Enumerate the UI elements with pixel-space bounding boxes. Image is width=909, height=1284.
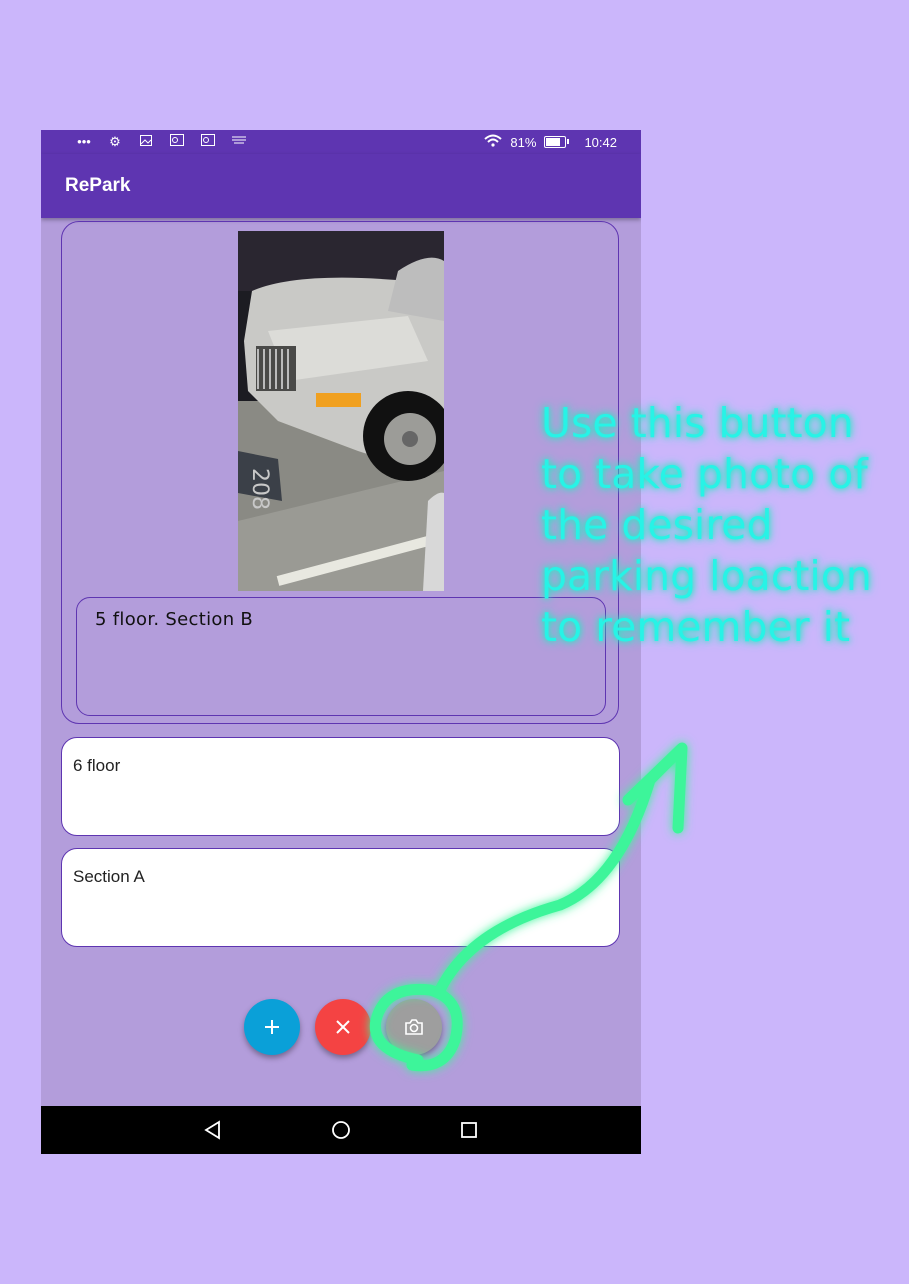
battery-icon xyxy=(544,136,570,148)
notification-icons: ••• ⚙ xyxy=(75,134,248,150)
section-value: Section A xyxy=(73,867,145,886)
system-status: 81% 10:42 xyxy=(484,134,617,150)
close-icon xyxy=(336,1020,350,1034)
app-title: RePark xyxy=(65,175,131,196)
clock: 10:42 xyxy=(584,134,617,150)
parked-car-photo[interactable]: 208 xyxy=(238,231,444,591)
wifi-icon xyxy=(484,134,503,150)
home-icon[interactable] xyxy=(331,1120,351,1140)
image-icon xyxy=(137,134,155,150)
annotation-text: Use this button to take photo of the des… xyxy=(541,399,872,651)
status-bar: ••• ⚙ 81% 10:42 xyxy=(41,130,641,154)
camera-icon xyxy=(405,1019,423,1035)
floor-value: 6 floor xyxy=(73,756,121,775)
outlook-icon xyxy=(168,134,186,150)
outlook-icon xyxy=(199,134,217,150)
parking-card[interactable]: 208 5 floor. Section B xyxy=(61,221,619,724)
plus-icon xyxy=(265,1020,279,1034)
add-button[interactable] xyxy=(244,999,300,1055)
more-dots-icon: ••• xyxy=(77,134,91,149)
navigation-bar xyxy=(41,1106,641,1154)
gear-icon: ⚙ xyxy=(109,134,121,149)
battery-percent: 81% xyxy=(510,134,537,150)
recents-icon[interactable] xyxy=(459,1120,479,1140)
note-field[interactable]: 5 floor. Section B xyxy=(76,597,606,716)
svg-text:208: 208 xyxy=(247,468,272,510)
app-bar: RePark xyxy=(41,154,641,218)
camera-button[interactable] xyxy=(386,999,442,1055)
floor-field[interactable]: 6 floor xyxy=(61,737,620,836)
amazon-icon xyxy=(230,134,248,150)
delete-button[interactable] xyxy=(315,999,371,1055)
back-icon[interactable] xyxy=(203,1120,223,1140)
note-text: 5 floor. Section B xyxy=(95,609,254,630)
section-field[interactable]: Section A xyxy=(61,848,620,947)
